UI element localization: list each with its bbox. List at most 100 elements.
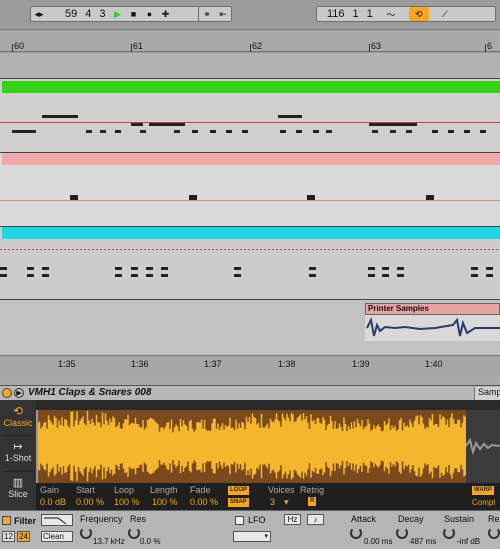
midi-note[interactable]	[70, 195, 78, 200]
midi-note[interactable]	[368, 274, 375, 277]
filter-type-select[interactable]: Clean	[41, 531, 73, 542]
attack-knob[interactable]	[350, 527, 362, 539]
mode-one-shot[interactable]: ↦ 1-Shot	[3, 440, 33, 472]
cycle-icon[interactable]: ◂▸	[31, 7, 47, 21]
midi-note[interactable]	[411, 123, 417, 126]
midi-note[interactable]	[27, 274, 34, 277]
loop-button[interactable]: LOOP	[228, 486, 250, 495]
complex-label[interactable]: Compl	[472, 498, 495, 507]
add-icon[interactable]: ✚	[158, 7, 174, 21]
device-on-icon[interactable]	[2, 388, 12, 398]
filter-shape-select[interactable]	[41, 514, 73, 526]
midi-note[interactable]	[42, 267, 49, 270]
midi-note[interactable]	[100, 130, 106, 133]
midi-note[interactable]	[309, 274, 316, 277]
sample-waveform-display[interactable]	[37, 410, 467, 483]
midi-note[interactable]	[397, 267, 404, 270]
midi-note[interactable]	[242, 130, 248, 133]
length-value[interactable]: 100 %	[152, 497, 178, 507]
midi-note[interactable]	[131, 274, 138, 277]
ramp-icon[interactable]: ⟋	[437, 7, 453, 21]
midi-note[interactable]	[192, 130, 198, 133]
res-knob[interactable]	[128, 527, 140, 539]
midi-note[interactable]	[372, 130, 378, 133]
midi-note[interactable]	[486, 274, 493, 277]
beat-position[interactable]: 4	[81, 8, 95, 20]
release-knob[interactable]	[488, 527, 500, 539]
loop-icon[interactable]: ⟲	[408, 7, 429, 21]
lfo-toggle[interactable]	[235, 516, 244, 525]
record-icon[interactable]: ●	[142, 7, 158, 21]
snap-button[interactable]: SNAP	[228, 498, 249, 507]
midi-note[interactable]	[486, 267, 493, 270]
time-ruler[interactable]: 1:35 1:36 1:37 1:38 1:39 1:40	[0, 355, 500, 371]
decay-knob[interactable]	[396, 527, 408, 539]
sustain-knob[interactable]	[443, 527, 455, 539]
midi-note[interactable]	[42, 274, 49, 277]
midi-note[interactable]	[471, 274, 478, 277]
curve-icon[interactable]: 〜	[383, 7, 399, 21]
midi-note[interactable]	[140, 130, 146, 133]
frequency-knob[interactable]	[80, 527, 92, 539]
retrig-button[interactable]: R	[308, 497, 317, 506]
midi-note[interactable]	[30, 130, 36, 133]
midi-note[interactable]	[368, 267, 375, 270]
midi-note[interactable]	[307, 195, 315, 200]
audio-clip-body[interactable]	[365, 315, 500, 341]
loop-sixteenth[interactable]: 1	[363, 8, 377, 20]
clip-header-green[interactable]	[2, 81, 500, 93]
midi-note[interactable]	[326, 130, 332, 133]
midi-note[interactable]	[309, 267, 316, 270]
mode-classic[interactable]: ⟲ Classic	[3, 404, 33, 436]
fade-value[interactable]: 0.00 %	[190, 497, 218, 507]
start-value[interactable]: 0.00 %	[76, 497, 104, 507]
midi-note[interactable]	[0, 274, 7, 277]
midi-note[interactable]	[210, 130, 216, 133]
sixteenth-position[interactable]: 3	[95, 8, 109, 20]
midi-note[interactable]	[280, 130, 286, 133]
midi-clip-pink[interactable]	[0, 153, 500, 227]
stop-icon[interactable]: ■	[126, 7, 142, 21]
link-icon[interactable]: ⚭	[199, 7, 215, 21]
midi-note[interactable]	[313, 130, 319, 133]
midi-note[interactable]	[397, 274, 404, 277]
midi-note[interactable]	[464, 130, 470, 133]
midi-note[interactable]	[27, 267, 34, 270]
arrow-icon[interactable]: ⇤	[215, 7, 231, 21]
loop-beat[interactable]: 1	[349, 8, 363, 20]
sample-tab[interactable]: Samp	[474, 387, 500, 400]
midi-note[interactable]	[174, 130, 180, 133]
midi-note[interactable]	[234, 274, 241, 277]
midi-note[interactable]	[448, 130, 454, 133]
voices-dropdown-icon[interactable]: ▾	[284, 497, 289, 508]
midi-note[interactable]	[0, 267, 7, 270]
midi-note[interactable]	[72, 115, 78, 118]
midi-note[interactable]	[131, 267, 138, 270]
bar-ruler[interactable]: 60 61 62 63 6	[0, 30, 500, 52]
midi-note[interactable]	[382, 267, 389, 270]
midi-note[interactable]	[115, 267, 122, 270]
midi-note[interactable]	[115, 130, 121, 133]
midi-note[interactable]	[146, 274, 153, 277]
midi-note[interactable]	[137, 123, 143, 126]
midi-note[interactable]	[179, 123, 185, 126]
fold-icon[interactable]: ▶	[14, 388, 24, 398]
midi-note[interactable]	[226, 130, 232, 133]
clip-header-cyan[interactable]	[2, 227, 500, 239]
lfo-hz-button[interactable]: Hz	[284, 514, 301, 525]
filter-24-button[interactable]: 24	[17, 531, 30, 542]
midi-note[interactable]	[426, 195, 434, 200]
voices-value[interactable]: 3	[270, 497, 275, 507]
midi-note[interactable]	[146, 267, 153, 270]
play-icon[interactable]: ▶	[110, 7, 126, 21]
midi-note[interactable]	[234, 267, 241, 270]
midi-note[interactable]	[390, 130, 396, 133]
midi-note[interactable]	[480, 130, 486, 133]
midi-note[interactable]	[471, 267, 478, 270]
midi-clip-cyan[interactable]	[0, 227, 500, 299]
midi-note[interactable]	[406, 130, 412, 133]
midi-note[interactable]	[115, 274, 122, 277]
midi-note[interactable]	[86, 130, 92, 133]
midi-note[interactable]	[189, 195, 197, 200]
bar-position[interactable]: 59	[61, 8, 81, 20]
